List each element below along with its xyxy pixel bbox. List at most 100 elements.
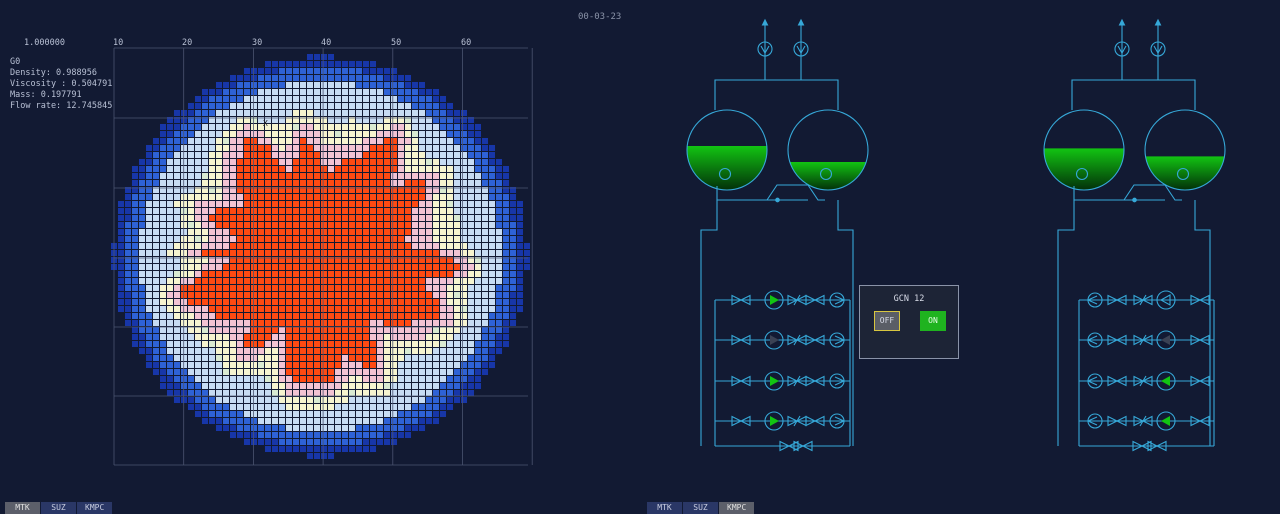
core-cell[interactable]	[314, 103, 320, 109]
core-cell[interactable]	[321, 173, 327, 179]
core-cell[interactable]	[265, 96, 271, 102]
core-cell[interactable]	[195, 152, 201, 158]
core-cell[interactable]	[377, 89, 383, 95]
core-cell[interactable]	[510, 229, 516, 235]
core-cell[interactable]	[349, 82, 355, 88]
core-cell[interactable]	[482, 271, 488, 277]
core-cell[interactable]	[363, 208, 369, 214]
core-cell[interactable]	[209, 173, 215, 179]
core-cell[interactable]	[286, 82, 292, 88]
core-cell[interactable]	[342, 390, 348, 396]
core-cell[interactable]	[342, 334, 348, 340]
core-cell[interactable]	[223, 103, 229, 109]
core-cell[interactable]	[426, 376, 432, 382]
core-cell[interactable]	[412, 229, 418, 235]
core-cell[interactable]	[160, 313, 166, 319]
core-cell[interactable]	[167, 166, 173, 172]
core-cell[interactable]	[139, 222, 145, 228]
core-cell[interactable]	[195, 327, 201, 333]
core-cell[interactable]	[377, 439, 383, 445]
core-cell[interactable]	[202, 222, 208, 228]
core-cell[interactable]	[412, 222, 418, 228]
core-cell[interactable]	[195, 376, 201, 382]
core-cell[interactable]	[398, 215, 404, 221]
core-cell[interactable]	[503, 250, 509, 256]
core-cell[interactable]	[349, 439, 355, 445]
core-cell[interactable]	[244, 383, 250, 389]
core-cell[interactable]	[244, 264, 250, 270]
core-cell[interactable]	[202, 404, 208, 410]
core-cell[interactable]	[440, 397, 446, 403]
core-cell[interactable]	[321, 96, 327, 102]
core-cell[interactable]	[272, 215, 278, 221]
core-cell[interactable]	[167, 250, 173, 256]
core-cell[interactable]	[468, 306, 474, 312]
core-cell[interactable]	[321, 439, 327, 445]
core-cell[interactable]	[125, 320, 131, 326]
core-cell[interactable]	[349, 222, 355, 228]
core-cell[interactable]	[384, 390, 390, 396]
core-cell[interactable]	[300, 292, 306, 298]
core-cell[interactable]	[139, 215, 145, 221]
core-cell[interactable]	[335, 376, 341, 382]
core-cell[interactable]	[489, 334, 495, 340]
core-cell[interactable]	[482, 320, 488, 326]
core-cell[interactable]	[272, 362, 278, 368]
core-cell[interactable]	[139, 299, 145, 305]
core-cell[interactable]	[209, 110, 215, 116]
core-cell[interactable]	[132, 250, 138, 256]
core-cell[interactable]	[244, 82, 250, 88]
core-cell[interactable]	[174, 313, 180, 319]
core-cell[interactable]	[447, 166, 453, 172]
core-cell[interactable]	[265, 334, 271, 340]
core-cell[interactable]	[160, 306, 166, 312]
core-cell[interactable]	[125, 229, 131, 235]
core-cell[interactable]	[279, 292, 285, 298]
core-cell[interactable]	[188, 201, 194, 207]
core-cell[interactable]	[405, 159, 411, 165]
core-cell[interactable]	[188, 194, 194, 200]
core-cell[interactable]	[517, 222, 523, 228]
core-cell[interactable]	[251, 68, 257, 74]
core-cell[interactable]	[412, 201, 418, 207]
core-cell[interactable]	[272, 446, 278, 452]
core-cell[interactable]	[489, 271, 495, 277]
core-cell[interactable]	[503, 313, 509, 319]
core-cell[interactable]	[419, 306, 425, 312]
core-cell[interactable]	[468, 369, 474, 375]
core-cell[interactable]	[370, 96, 376, 102]
core-cell[interactable]	[412, 278, 418, 284]
core-cell[interactable]	[272, 152, 278, 158]
core-cell[interactable]	[153, 341, 159, 347]
core-cell[interactable]	[370, 89, 376, 95]
core-cell[interactable]	[398, 390, 404, 396]
core-cell[interactable]	[391, 271, 397, 277]
core-cell[interactable]	[419, 173, 425, 179]
core-cell[interactable]	[153, 348, 159, 354]
core-cell[interactable]	[188, 271, 194, 277]
core-cell[interactable]	[307, 285, 313, 291]
core-cell[interactable]	[272, 110, 278, 116]
core-cell[interactable]	[489, 243, 495, 249]
core-cell[interactable]	[251, 292, 257, 298]
core-cell[interactable]	[412, 145, 418, 151]
core-cell[interactable]	[384, 236, 390, 242]
core-cell[interactable]	[433, 313, 439, 319]
core-cell[interactable]	[419, 159, 425, 165]
core-cell[interactable]	[307, 320, 313, 326]
core-cell[interactable]	[209, 285, 215, 291]
core-cell[interactable]	[391, 292, 397, 298]
core-cell[interactable]	[258, 68, 264, 74]
core-cell[interactable]	[244, 103, 250, 109]
core-cell[interactable]	[265, 152, 271, 158]
core-cell[interactable]	[489, 278, 495, 284]
separator-drum[interactable]	[686, 109, 768, 191]
core-cell[interactable]	[328, 124, 334, 130]
core-cell[interactable]	[398, 271, 404, 277]
core-cell[interactable]	[433, 348, 439, 354]
core-cell[interactable]	[440, 243, 446, 249]
core-cell[interactable]	[454, 243, 460, 249]
core-cell[interactable]	[405, 425, 411, 431]
core-cell[interactable]	[300, 320, 306, 326]
core-cell[interactable]	[349, 278, 355, 284]
